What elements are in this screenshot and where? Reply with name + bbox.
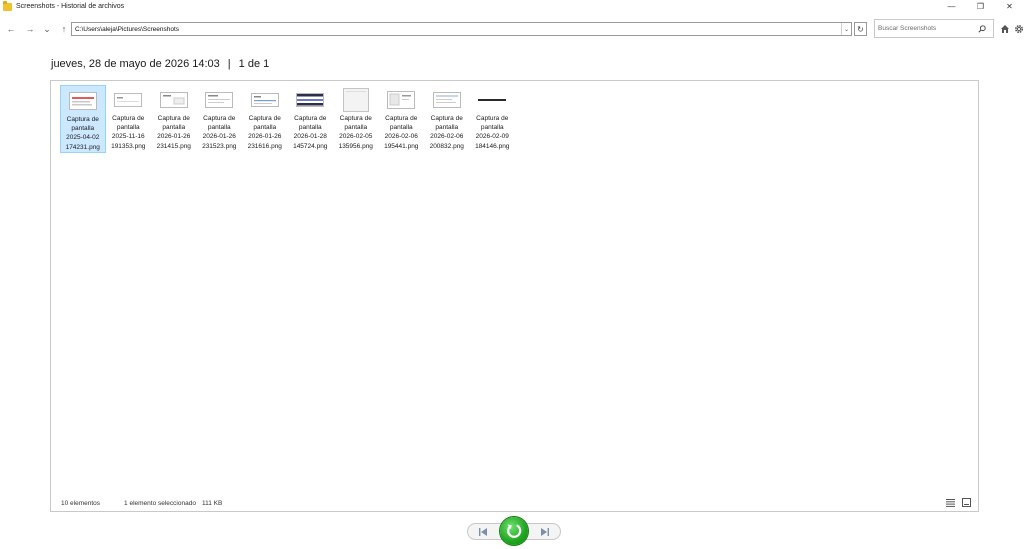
image-thumbnail-icon [341,88,371,112]
restore-button[interactable] [500,517,528,545]
file-item[interactable]: Captura de pantalla 2026-01-26 231523.png [197,85,243,153]
file-item[interactable]: Captura de pantalla 2026-02-05 135956.png [333,85,379,153]
file-grid: Captura de pantalla 2025-04-02 174231.png C… [60,85,515,153]
search-input[interactable] [875,25,975,32]
details-view-icon[interactable] [944,497,956,508]
file-name: Captura de pantalla 2025-11-16 191353.png [111,115,146,150]
image-thumbnail-icon [250,88,280,112]
image-thumbnail-icon [159,88,189,112]
back-button[interactable]: ← [5,22,17,36]
file-item[interactable]: Captura de pantalla 2026-02-09 184146.png [470,85,516,153]
file-item[interactable]: Captura de pantalla 2026-02-06 200832.png [424,85,470,153]
image-thumbnail-icon [477,88,507,112]
file-name: Captura de pantalla 2026-02-06 195441.png [384,115,419,150]
file-list-panel: Captura de pantalla 2025-04-02 174231.png C… [50,80,979,512]
file-item[interactable]: Captura de pantalla 2026-01-26 231415.png [151,85,197,153]
gear-icon[interactable] [1013,23,1024,34]
image-thumbnail-icon [295,88,325,112]
close-button[interactable]: ✕ [995,0,1024,13]
file-name: Captura de pantalla 2026-02-05 135956.png [338,115,373,150]
snapshot-date: jueves, 28 de mayo de 2026 14:03 [51,58,220,70]
file-name: Captura de pantalla 2026-01-26 231616.png [247,115,282,150]
file-name: Captura de pantalla 2025-04-02 174231.png [65,116,100,151]
image-thumbnail-icon [113,88,143,112]
next-version-icon[interactable] [538,527,552,537]
up-button[interactable]: ↑ [58,22,70,36]
navigation-bar: ← → ⌄ ↑ C:\Users\aleja\Pictures\Screensh… [0,18,1024,40]
image-thumbnail-icon [432,88,462,112]
file-item[interactable]: Captura de pantalla 2025-11-16 191353.png [106,85,152,153]
file-item[interactable]: Captura de pantalla 2025-04-02 174231.png [60,85,106,153]
forward-button[interactable]: → [24,22,36,36]
search-icon[interactable] [975,20,989,37]
maximize-button[interactable]: ❐ [966,0,995,13]
heading-separator: | [227,58,231,70]
address-bar[interactable]: C:\Users\aleja\Pictures\Screenshots ⌄ [71,22,852,36]
file-item[interactable]: Captura de pantalla 2026-01-26 231616.png [242,85,288,153]
selection-count: 1 elemento seleccionado [124,500,196,507]
minimize-button[interactable]: — [937,0,966,13]
selection-size: 111 KB [201,500,223,507]
image-thumbnail-icon [204,88,234,112]
file-name: Captura de pantalla 2026-01-28 145724.png [293,115,328,150]
file-item[interactable]: Captura de pantalla 2026-02-06 195441.png [379,85,425,153]
refresh-button[interactable]: ↻ [854,22,867,36]
file-name: Captura de pantalla 2026-02-09 184146.png [475,115,510,150]
search-box[interactable] [874,19,994,38]
recent-locations-button[interactable]: ⌄ [41,22,53,36]
window-title: Screenshots - Historial de archivos [16,3,125,10]
previous-version-icon[interactable] [476,527,490,537]
file-item[interactable]: Captura de pantalla 2026-01-28 145724.png [288,85,334,153]
view-switcher [940,497,972,508]
title-bar: Screenshots - Historial de archivos — ❐ … [0,0,1024,13]
address-dropdown-button[interactable]: ⌄ [841,23,851,35]
home-icon[interactable] [999,23,1010,34]
snapshot-page-indicator: 1 de 1 [238,58,270,70]
file-name: Captura de pantalla 2026-01-26 231523.png [202,115,237,150]
item-count: 10 elementos [61,500,101,507]
folder-icon [3,0,12,11]
status-bar: 10 elementos 1 elemento seleccionado 111… [61,500,246,507]
image-thumbnail-icon [386,88,416,112]
restore-arrow-icon [507,524,522,538]
image-thumbnail-icon [68,89,98,113]
window-controls: — ❐ ✕ [937,0,1024,13]
file-name: Captura de pantalla 2026-02-06 200832.png [429,115,464,150]
address-path[interactable]: C:\Users\aleja\Pictures\Screenshots [72,26,841,33]
large-icons-view-icon[interactable] [960,497,972,508]
file-name: Captura de pantalla 2026-01-26 231415.png [156,115,191,150]
snapshot-heading: jueves, 28 de mayo de 2026 14:03 | 1 de 1 [51,58,269,70]
